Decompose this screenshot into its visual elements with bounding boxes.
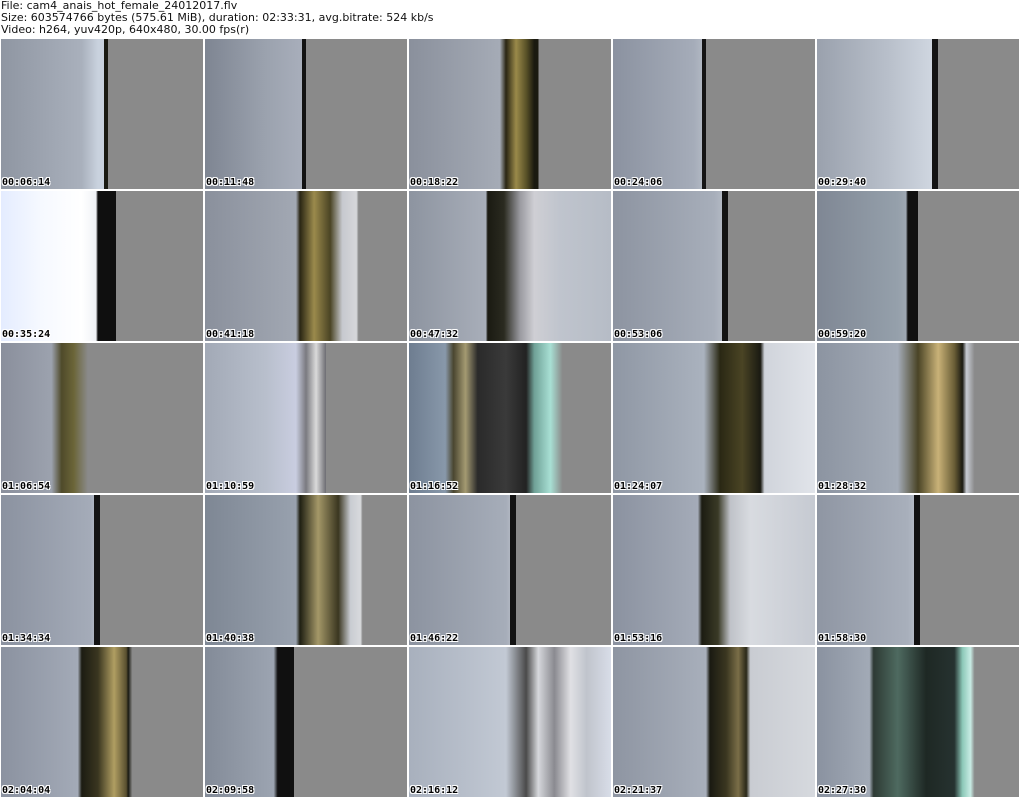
- frame-image: [613, 343, 815, 493]
- thumbnail: 01:34:34: [1, 495, 203, 645]
- frame-image: [613, 191, 815, 341]
- thumbnail: 02:16:12: [409, 647, 611, 797]
- timestamp-label: 00:18:22: [410, 177, 459, 188]
- timestamp-label: 01:53:16: [614, 633, 663, 644]
- thumbnail: 01:24:07: [613, 343, 815, 493]
- timestamp-label: 00:11:48: [206, 177, 255, 188]
- thumbnail: 00:59:20: [817, 191, 1019, 341]
- frame-image: [409, 647, 611, 797]
- timestamp-label: 01:16:52: [410, 481, 459, 492]
- thumbnail: 00:53:06: [613, 191, 815, 341]
- timestamp-label: 01:58:30: [818, 633, 867, 644]
- frame-image: [817, 647, 1019, 797]
- frame-image: [205, 495, 407, 645]
- frame-image: [205, 39, 407, 189]
- frame-image: [205, 343, 407, 493]
- timestamp-label: 01:28:32: [818, 481, 867, 492]
- thumbnail: 00:29:40: [817, 39, 1019, 189]
- thumbnail: 00:18:22: [409, 39, 611, 189]
- timestamp-label: 01:46:22: [410, 633, 459, 644]
- thumbnail: 00:24:06: [613, 39, 815, 189]
- timestamp-label: 02:21:37: [614, 785, 663, 796]
- frame-image: [817, 191, 1019, 341]
- timestamp-label: 00:24:06: [614, 177, 663, 188]
- thumbnail: 00:11:48: [205, 39, 407, 189]
- timestamp-label: 01:24:07: [614, 481, 663, 492]
- thumbnail: 01:53:16: [613, 495, 815, 645]
- timestamp-label: 02:16:12: [410, 785, 459, 796]
- thumbnail: 02:04:04: [1, 647, 203, 797]
- thumbnail: 01:06:54: [1, 343, 203, 493]
- timestamp-label: 00:53:06: [614, 329, 663, 340]
- frame-image: [409, 39, 611, 189]
- frame-image: [817, 343, 1019, 493]
- timestamp-label: 00:35:24: [2, 329, 51, 340]
- thumbnail: 00:06:14: [1, 39, 203, 189]
- thumbnail: 01:10:59: [205, 343, 407, 493]
- frame-image: [1, 495, 203, 645]
- thumbnail: 02:27:30: [817, 647, 1019, 797]
- video-info-line: Video: h264, yuv420p, 640x480, 30.00 fps…: [1, 23, 250, 36]
- frame-image: [205, 647, 407, 797]
- thumbnail: 01:58:30: [817, 495, 1019, 645]
- metadata-header: File: cam4_anais_hot_female_24012017.flv…: [1, 0, 1023, 38]
- timestamp-label: 01:06:54: [2, 481, 51, 492]
- thumbnail: 02:21:37: [613, 647, 815, 797]
- thumbnail: 02:09:58: [205, 647, 407, 797]
- timestamp-label: 02:27:30: [818, 785, 867, 796]
- timestamp-label: 00:29:40: [818, 177, 867, 188]
- timestamp-label: 01:10:59: [206, 481, 255, 492]
- timestamp-label: 00:41:18: [206, 329, 255, 340]
- frame-image: [613, 495, 815, 645]
- thumbnail: 01:46:22: [409, 495, 611, 645]
- timestamp-label: 01:34:34: [2, 633, 51, 644]
- frame-image: [613, 39, 815, 189]
- frame-image: [817, 495, 1019, 645]
- timestamp-label: 02:04:04: [2, 785, 51, 796]
- thumbnail: 01:40:38: [205, 495, 407, 645]
- timestamp-label: 02:09:58: [206, 785, 255, 796]
- frame-image: [817, 39, 1019, 189]
- frame-image: [613, 647, 815, 797]
- frame-image: [409, 191, 611, 341]
- thumbnail-grid: 00:06:14 00:11:48 00:18:22 00:24:06 00:2…: [1, 39, 1023, 799]
- frame-image: [1, 647, 203, 797]
- thumbnail: 01:16:52: [409, 343, 611, 493]
- thumbnail: 01:28:32: [817, 343, 1019, 493]
- frame-image: [1, 343, 203, 493]
- thumbnail: 00:47:32: [409, 191, 611, 341]
- timestamp-label: 01:40:38: [206, 633, 255, 644]
- frame-image: [409, 495, 611, 645]
- thumbnail: 00:41:18: [205, 191, 407, 341]
- thumbnail: 00:35:24: [1, 191, 203, 341]
- frame-image: [409, 343, 611, 493]
- frame-image: [1, 191, 203, 341]
- timestamp-label: 00:06:14: [2, 177, 51, 188]
- timestamp-label: 00:59:20: [818, 329, 867, 340]
- frame-image: [1, 39, 203, 189]
- frame-image: [205, 191, 407, 341]
- timestamp-label: 00:47:32: [410, 329, 459, 340]
